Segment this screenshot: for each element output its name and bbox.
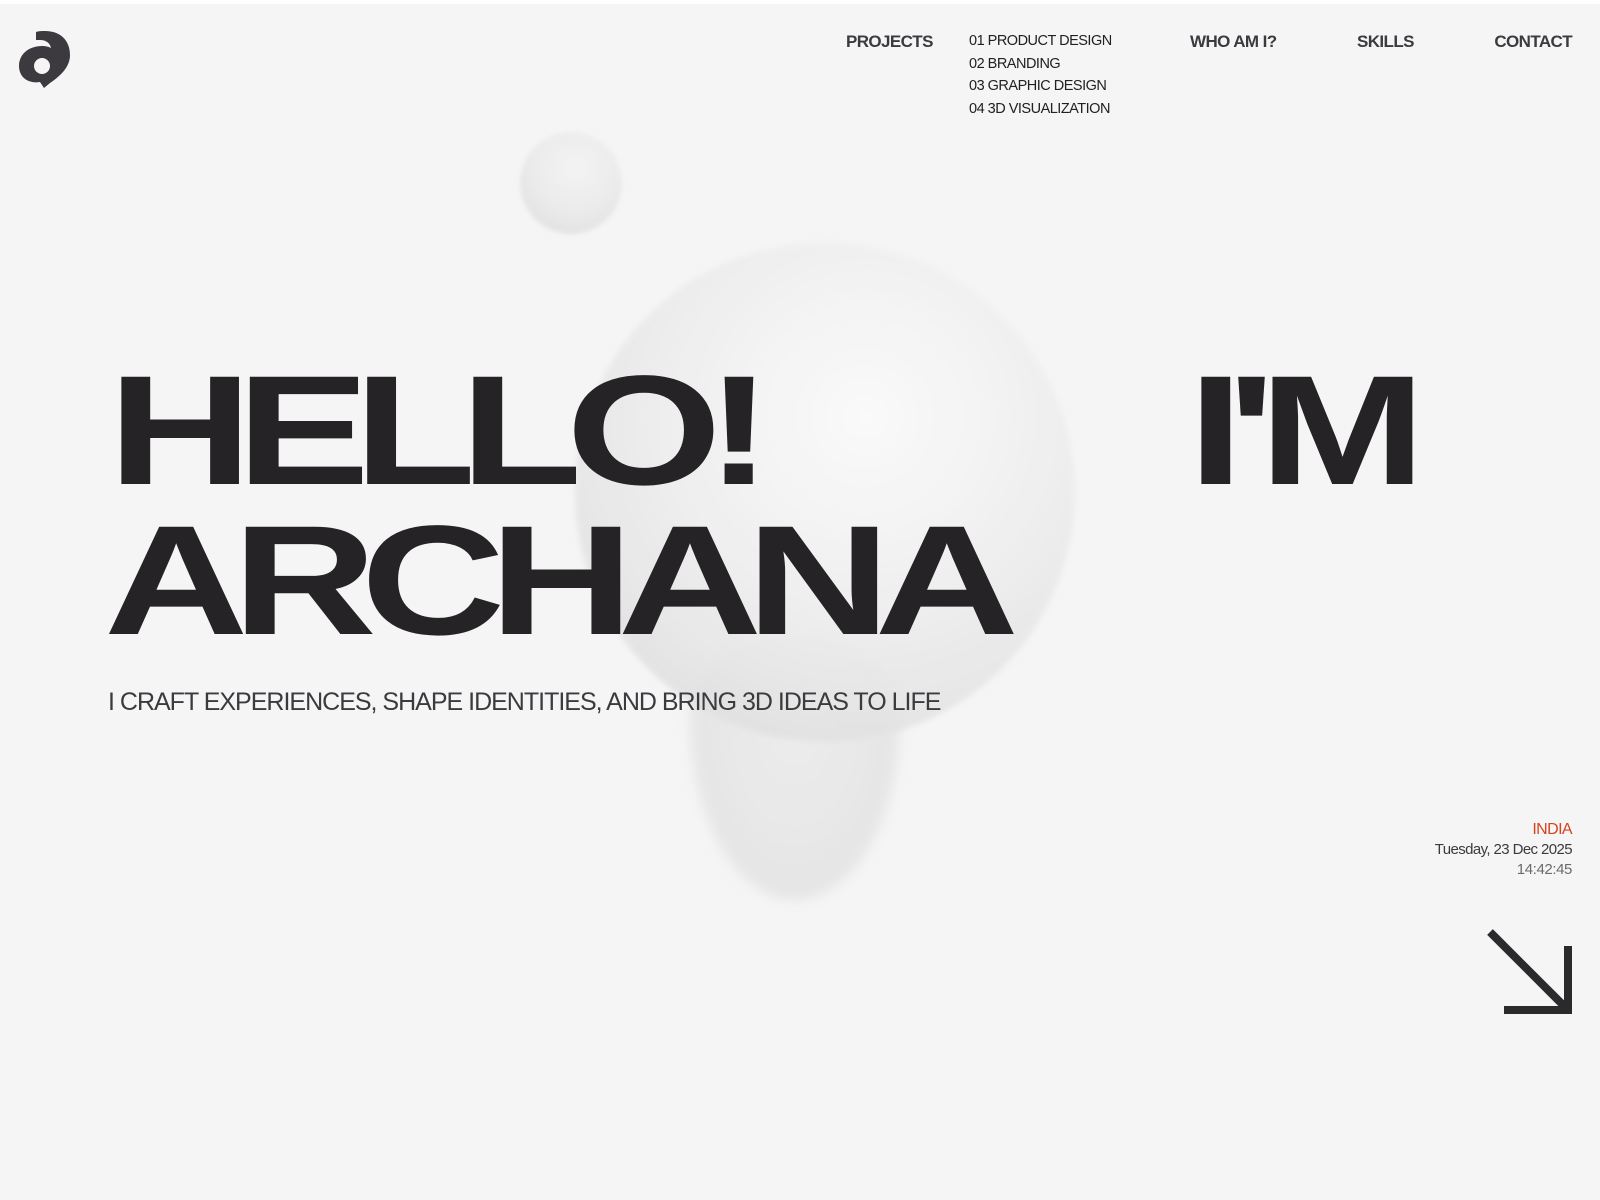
projects-submenu: 01 PRODUCT DESIGN 02 BRANDING 03 GRAPHIC… [969, 30, 1112, 121]
hero-tagline: I CRAFT EXPERIENCES, SHAPE IDENTITIES, A… [108, 688, 941, 716]
project-link-branding[interactable]: 02 BRANDING [969, 53, 1112, 76]
nav-projects[interactable]: PROJECTS [846, 32, 933, 52]
hero-heading-im: I'M [1188, 343, 1426, 518]
hero-heading-name: ARCHANA [104, 493, 1019, 668]
location-country: INDIA [1532, 821, 1572, 838]
nav-who-am-i[interactable]: WHO AM I? [1190, 32, 1277, 52]
project-link-3d-visualization[interactable]: 04 3D VISUALIZATION [969, 98, 1112, 121]
scroll-down-button[interactable] [1486, 928, 1574, 1016]
arrow-down-right-icon [1487, 929, 1572, 1014]
current-time: 14:42:45 [1516, 861, 1573, 878]
nav-skills[interactable]: SKILLS [1357, 32, 1414, 52]
location-time-block: INDIA Tuesday, 23 Dec 2025 14:42:45 [1434, 820, 1573, 880]
nav-contact[interactable]: CONTACT [1494, 32, 1572, 52]
top-strip [0, 0, 1600, 4]
project-link-product-design[interactable]: 01 PRODUCT DESIGN [969, 30, 1112, 53]
page: PROJECTS 01 PRODUCT DESIGN 02 BRANDING 0… [0, 0, 1600, 1200]
current-date: Tuesday, 23 Dec 2025 [1434, 841, 1573, 858]
logo-home-link[interactable] [16, 28, 74, 90]
small-sphere-graphic [520, 132, 622, 234]
project-link-graphic-design[interactable]: 03 GRAPHIC DESIGN [969, 75, 1112, 98]
a-monogram-logo-icon [19, 31, 70, 88]
hero-heading-hello: HELLO! [108, 343, 772, 518]
